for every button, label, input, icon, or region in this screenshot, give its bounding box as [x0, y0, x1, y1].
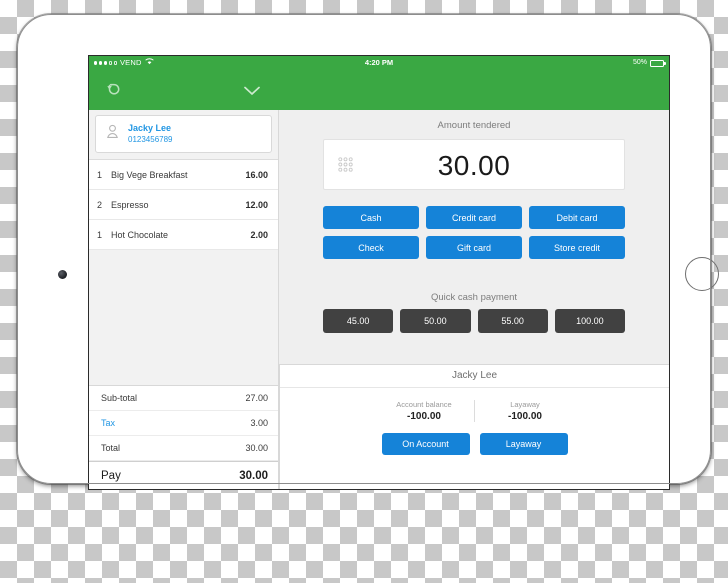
- payment-method-credit-card-button[interactable]: Credit card: [426, 206, 522, 229]
- payment-method-gift-card-button[interactable]: Gift card: [426, 236, 522, 259]
- total-row: Total 30.00: [89, 436, 278, 461]
- person-icon: [106, 124, 119, 144]
- quick-cash-button-3[interactable]: 55.00: [477, 309, 548, 333]
- line-item[interactable]: 2 Espresso 12.00: [89, 190, 278, 220]
- customer-account-buttons: On Account Layaway: [280, 433, 669, 455]
- status-bar-time: 4:20 PM: [364, 58, 394, 67]
- tax-value: 3.00: [250, 418, 268, 428]
- quick-cash-buttons: 45.00 50.00 55.00 100.00: [323, 309, 625, 333]
- line-item-price: 16.00: [245, 169, 268, 180]
- line-item-list: 1 Big Vege Breakfast 16.00 2 Espresso 12…: [89, 159, 278, 250]
- on-account-button[interactable]: On Account: [381, 433, 470, 455]
- line-item-qty: 2: [97, 199, 103, 210]
- customer-account-panel: Jacky Lee Account balance -100.00 Layawa…: [279, 364, 669, 489]
- line-item-price: 12.00: [245, 199, 268, 210]
- layaway-stat: Layaway -100.00: [474, 400, 575, 422]
- customer-account-stats: Account balance -100.00 Layaway -100.00: [280, 400, 669, 422]
- customer-name: Jacky Lee: [128, 123, 172, 134]
- total-value: 30.00: [245, 443, 268, 453]
- nav-bar-left: [89, 70, 279, 110]
- customer-phone: 0123456789: [128, 134, 173, 144]
- amount-tendered-field[interactable]: 30.00: [323, 139, 625, 190]
- amount-tendered-value: 30.00: [437, 150, 511, 181]
- pay-label: Pay: [101, 469, 121, 482]
- subtotal-label: Sub-total: [101, 393, 138, 403]
- front-camera-icon: [58, 270, 67, 279]
- line-item-price: 2.00: [250, 229, 268, 240]
- chevron-down-icon[interactable]: [243, 84, 261, 102]
- line-item[interactable]: 1 Hot Chocolate 2.00: [89, 220, 278, 250]
- quick-cash-button-2[interactable]: 50.00: [400, 309, 471, 333]
- payment-method-debit-card-button[interactable]: Debit card: [529, 206, 625, 229]
- account-balance-label: Account balance: [396, 400, 452, 409]
- layaway-label: Layaway: [510, 400, 540, 409]
- battery-icon: [650, 59, 666, 67]
- payment-method-store-credit-button[interactable]: Store credit: [529, 236, 625, 259]
- payment-panel: Amount tendered 30.00 Cash Credit card D…: [279, 110, 669, 489]
- back-arrow-icon[interactable]: [105, 81, 122, 103]
- sale-sidebar: Jacky Lee 0123456789 1 Big Vege Breakfas…: [89, 110, 279, 489]
- line-item-name: Espresso: [111, 199, 149, 210]
- customer-card[interactable]: Jacky Lee 0123456789: [95, 115, 272, 153]
- account-balance-value: -100.00: [407, 411, 441, 422]
- pay-row[interactable]: Pay 30.00: [89, 461, 278, 489]
- line-item-qty: 1: [97, 229, 103, 240]
- subtotal-value: 27.00: [245, 393, 268, 403]
- battery-percent-label: 50%: [632, 59, 647, 66]
- customer-account-title: Jacky Lee: [280, 365, 669, 388]
- tablet-screen: VEND 4:20 PM 50% Jacky Lee 0123456789 1 …: [88, 55, 670, 490]
- line-item-name: Hot Chocolate: [111, 229, 169, 240]
- line-item-qty: 1: [97, 169, 103, 180]
- quick-cash-label: Quick cash payment: [430, 292, 518, 303]
- quick-cash-button-1[interactable]: 45.00: [323, 309, 394, 333]
- amount-tendered-label: Amount tendered: [437, 120, 511, 131]
- line-item-name: Big Vege Breakfast: [111, 169, 188, 180]
- status-bar: VEND 4:20 PM 50%: [89, 56, 669, 70]
- payment-method-cash-button[interactable]: Cash: [323, 206, 419, 229]
- layaway-value: -100.00: [508, 411, 542, 422]
- totals-panel: Sub-total 27.00 Tax 3.00 Total 30.00 Pay…: [89, 385, 278, 489]
- tax-row[interactable]: Tax 3.00: [89, 411, 278, 436]
- total-label: Total: [101, 443, 121, 453]
- tax-label[interactable]: Tax: [101, 418, 115, 428]
- pay-value: 30.00: [239, 469, 268, 482]
- line-item[interactable]: 1 Big Vege Breakfast 16.00: [89, 160, 278, 190]
- home-button[interactable]: [685, 257, 719, 291]
- payment-method-check-button[interactable]: Check: [323, 236, 419, 259]
- subtotal-row: Sub-total 27.00: [89, 386, 278, 411]
- nav-bar-right: [279, 70, 669, 110]
- payment-method-buttons: Cash Credit card Debit card Check Gift c…: [323, 206, 625, 259]
- layaway-button[interactable]: Layaway: [479, 433, 568, 455]
- status-bar-right: 50%: [632, 56, 666, 70]
- account-balance-stat: Account balance -100.00: [374, 400, 474, 422]
- tablet-device-frame: VEND 4:20 PM 50% Jacky Lee 0123456789 1 …: [17, 14, 719, 490]
- quick-cash-button-4[interactable]: 100.00: [554, 309, 625, 333]
